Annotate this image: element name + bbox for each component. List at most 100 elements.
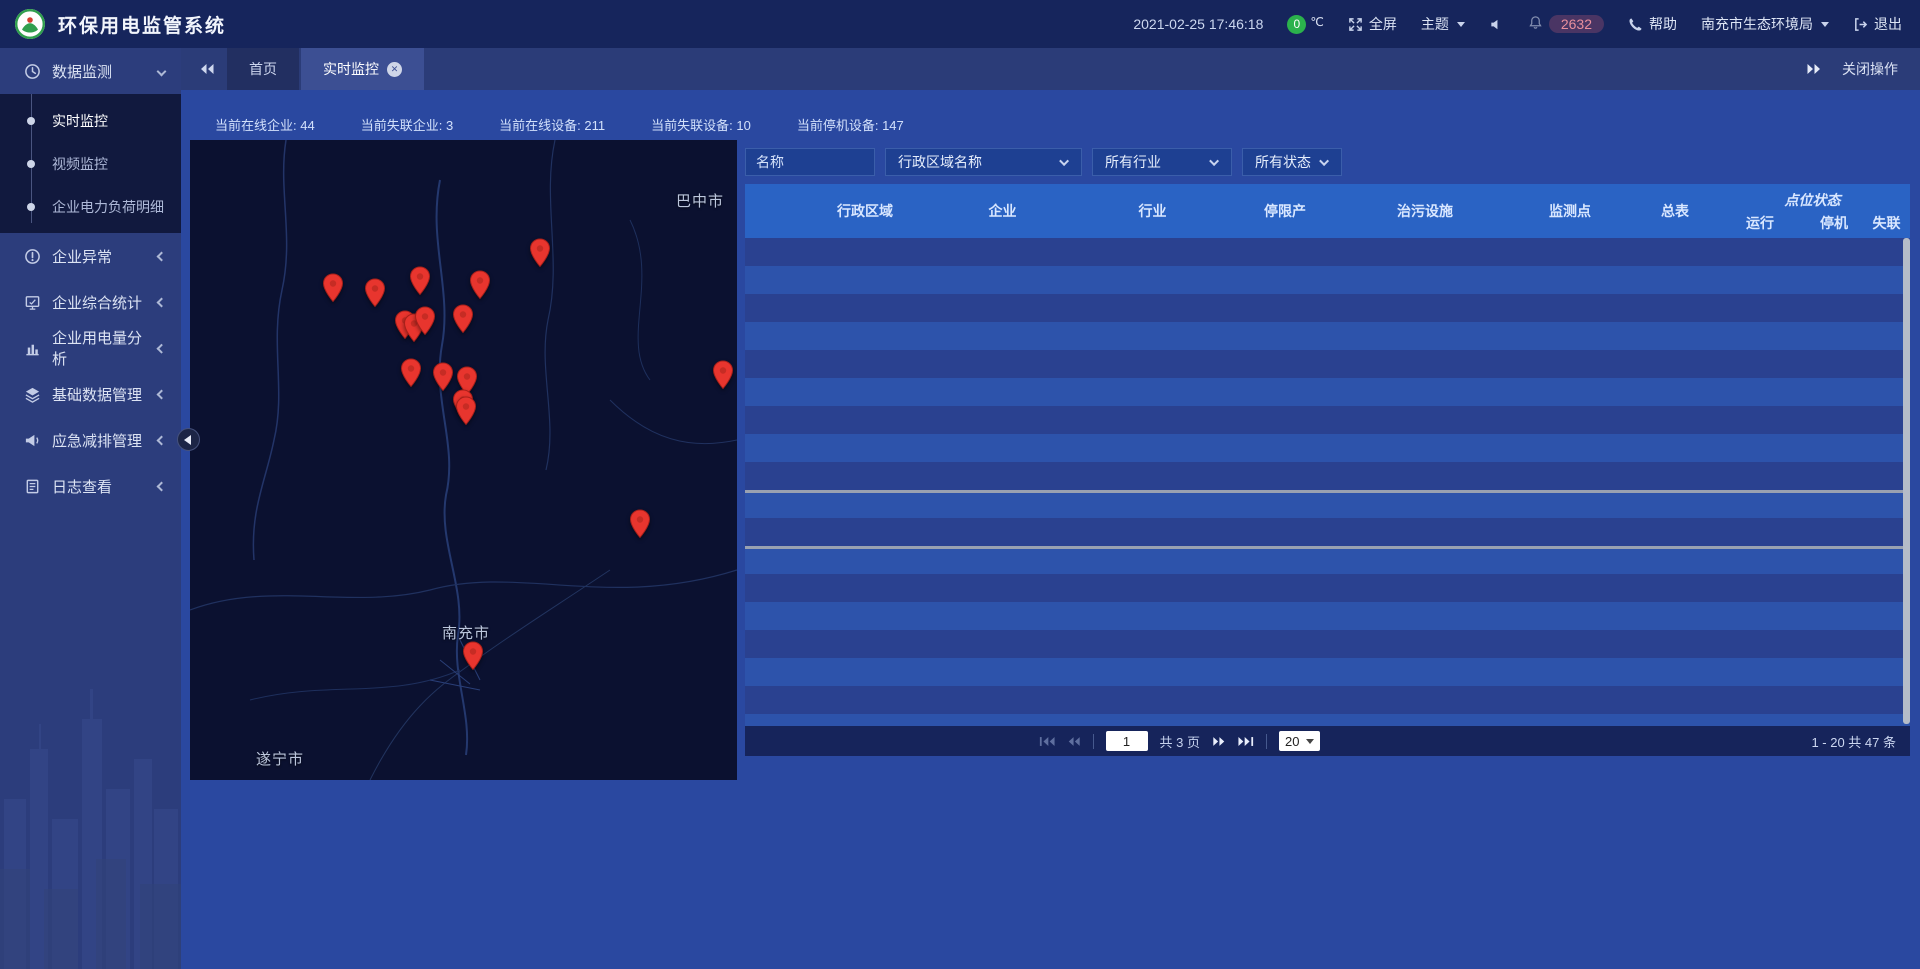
temperature-unit: ℃ (1310, 15, 1323, 29)
tab-close-icon[interactable]: ✕ (387, 62, 402, 77)
map-pin-icon[interactable] (452, 304, 474, 334)
sidebar-item-power-consumption-analysis[interactable]: 企业用电量分析 (0, 325, 181, 371)
table-row[interactable]: 10阆中生态环境局阆中千佛镇五郎垭页岩砖瓦行业无计划正常21003 (745, 490, 1910, 518)
topbar-actions: 2021-02-25 17:46:18 0 ℃ 全屏 主题 (1133, 14, 1920, 34)
chevron-down-icon (1319, 156, 1329, 166)
bell-icon (1528, 15, 1543, 33)
col-industry: 行业 (1080, 184, 1225, 238)
map-collapse-button[interactable] (177, 428, 200, 451)
org-menu[interactable]: 南充市生态环境局 (1701, 14, 1829, 34)
map-pin-icon[interactable] (455, 396, 477, 426)
table-row[interactable]: 14阆中生态环境局阆中大兴页岩机砖厂砖瓦行业无计划正常21120 (745, 602, 1910, 630)
bullet-icon (27, 117, 35, 125)
col-company: 企业 (925, 184, 1080, 238)
map-pin-icon[interactable] (629, 509, 651, 539)
sidebar-item-base-data-management[interactable]: 基础数据管理 (0, 371, 181, 417)
sidebar-item-enterprise-statistics[interactable]: 企业综合统计 (0, 279, 181, 325)
map-pin-icon[interactable] (469, 270, 491, 300)
table-row[interactable]: 6阆中生态环境局阆中市金博瑞新型墙材砖瓦行业无计划正常21120 (745, 378, 1910, 406)
table-row[interactable]: 8阆中生态环境局阆中市枣碧大梁山页岩砖瓦行业无计划异常21300 (745, 434, 1910, 462)
status-value: 3 (446, 118, 453, 133)
board-icon (24, 294, 41, 311)
sidebar-subitem-video-monitoring[interactable]: 视频监控 (0, 142, 181, 185)
sound-button[interactable] (1489, 17, 1504, 32)
table-row[interactable]: 12阆中生态环境局阆中市忠信建材有限公砖瓦行业无计划正常21003 (745, 546, 1910, 574)
table-header: 行政区域 企业 行业 停限产 治污设施 监测点 总表 点位状态 运行 停机 失联 (745, 184, 1910, 238)
col-region: 行政区域 (805, 184, 925, 238)
last-page-button[interactable] (1238, 736, 1254, 747)
logout-button[interactable]: 退出 (1853, 14, 1902, 34)
map-pin-icon[interactable] (400, 358, 422, 388)
col-run: 运行 (1715, 211, 1805, 238)
sidebar-item-emergency-reduction[interactable]: 应急减排管理 (0, 417, 181, 463)
tabbar-right: 关闭操作 (1806, 48, 1920, 90)
table-row[interactable]: 3仪陇生态环境局西南油气田分公司川中化工无计划正常71350 (745, 294, 1910, 322)
table-row[interactable]: 1阆中生态环境局阆中强锐页岩砖厂砖瓦行业无计划正常21120 (745, 238, 1910, 266)
next-page-button[interactable] (1212, 736, 1226, 747)
region-filter-value: 行政区域名称 (898, 152, 982, 172)
page-size-select[interactable]: 20 (1279, 731, 1320, 751)
sidebar-item-enterprise-abnormal[interactable]: 企业异常 (0, 233, 181, 279)
map-pin-icon[interactable] (529, 238, 551, 268)
table-row[interactable]: 2阆中生态环境局阆中市南方节能建材有砖瓦行业无计划正常21030 (745, 266, 1910, 294)
status-filter-select[interactable]: 所有状态 (1242, 148, 1342, 176)
chevron-down-icon (157, 66, 167, 76)
sidebar-item-data-monitoring[interactable]: 数据监测 (0, 48, 181, 94)
map-pin-icon[interactable] (414, 306, 436, 336)
filter-bar: 行政区域名称 所有行业 所有状态 (745, 148, 1910, 176)
caret-down-icon (1457, 22, 1465, 27)
gauge-icon (24, 63, 41, 80)
close-actions-button[interactable]: 关闭操作 (1842, 59, 1898, 79)
sidebar-subitem-power-load-detail[interactable]: 企业电力负荷明细 (0, 185, 181, 228)
col-production: 停限产 (1225, 184, 1345, 238)
map-pin-icon[interactable] (409, 266, 431, 296)
table-row[interactable]: 11阆中生态环境局阆中市五马桥页岩机砖砖瓦行业无计划正常21120 (745, 518, 1910, 546)
map-pin-icon[interactable] (462, 641, 484, 671)
table-scrollbar[interactable] (1903, 238, 1910, 724)
sidebar-item-log-view[interactable]: 日志查看 (0, 463, 181, 509)
sidebar-subitem-realtime-monitoring[interactable]: 实时监控 (0, 99, 181, 142)
tabs-scroll-right-button[interactable] (1806, 63, 1822, 75)
industry-filter-value: 所有行业 (1105, 152, 1161, 172)
divider (1093, 734, 1094, 749)
chevron-left-icon (157, 435, 167, 445)
help-button[interactable]: 帮助 (1628, 14, 1677, 34)
sidebar: 数据监测实时监控视频监控企业电力负荷明细企业异常企业综合统计企业用电量分析基础数… (0, 48, 181, 969)
total-pages-label: 共 3 页 (1160, 732, 1200, 751)
table-body-wrap: 1阆中生态环境局阆中强锐页岩砖厂砖瓦行业无计划正常211202阆中生态环境局阆中… (745, 238, 1910, 726)
table-row[interactable]: 4高坪生态环境局南充市高坪区王家店建砖瓦行业无计划正常31220 (745, 322, 1910, 350)
theme-menu[interactable]: 主题 (1421, 14, 1465, 34)
name-filter-input[interactable] (745, 148, 875, 176)
first-page-button[interactable] (1039, 736, 1055, 747)
table-row[interactable]: 9阆中生态环境局阆中市二龙长宝页岩砖砖瓦行业无计划正常21120 (745, 462, 1910, 490)
speaker-icon (1489, 17, 1504, 32)
page-number-input[interactable]: 1 (1106, 731, 1148, 751)
map-pin-icon[interactable] (712, 360, 734, 390)
map-pin-icon[interactable] (322, 273, 344, 303)
notifications-button[interactable]: 2632 (1528, 15, 1604, 33)
divider (1266, 734, 1267, 749)
map-pin-icon[interactable] (364, 278, 386, 308)
industry-filter-select[interactable]: 所有行业 (1092, 148, 1232, 176)
tabs-scroll-left-button[interactable] (191, 48, 223, 90)
map-city-label: 南充市 (442, 622, 490, 643)
fullscreen-button[interactable]: 全屏 (1348, 14, 1397, 34)
table-row[interactable]: 5营山生态环境局营山县润丰肉食品有限食品无计划正常10010 (745, 350, 1910, 378)
bullet-icon (27, 160, 35, 168)
map-city-label: 遂宁市 (256, 748, 304, 769)
tab-bar: 首页实时监控✕ 关闭操作 (181, 48, 1920, 90)
table-row[interactable]: 13阆中生态环境局阆中市金福旺页岩机砖砖瓦行业无计划正常21300 (745, 574, 1910, 602)
table-row[interactable]: 17阆中生态环境局阆中市江南镇阆南页岩砖瓦行业无计划正常21030 (745, 686, 1910, 714)
table-row[interactable]: 18南部生态环境局南部县双佛镇页岩砖厂砖瓦行业无计划正常21030 (745, 714, 1910, 726)
region-filter-select[interactable]: 行政区域名称 (885, 148, 1082, 176)
tab-home[interactable]: 首页 (227, 48, 299, 90)
top-header: 环保用电监管系统 2021-02-25 17:46:18 0 ℃ 全屏 主题 (0, 0, 1920, 48)
map-pin-icon[interactable] (432, 362, 454, 392)
temperature-badge: 0 (1287, 15, 1306, 34)
prev-page-button[interactable] (1067, 736, 1081, 747)
table-row[interactable]: 16阆中生态环境局阆中市石子页岩机砖厂砖瓦行业无计划正常21300 (745, 658, 1910, 686)
table-row[interactable]: 7阆中生态环境局阆中明阳建材有限公司砖瓦行业无计划正常21300 (745, 406, 1910, 434)
tab-realtime[interactable]: 实时监控✕ (301, 48, 424, 90)
table-row[interactable]: 15阆中生态环境局阆中市光富页岩机砖厂砖瓦行业无计划正常21120 (745, 630, 1910, 658)
map-panel[interactable]: 巴中市南充市遂宁市 (190, 140, 737, 780)
